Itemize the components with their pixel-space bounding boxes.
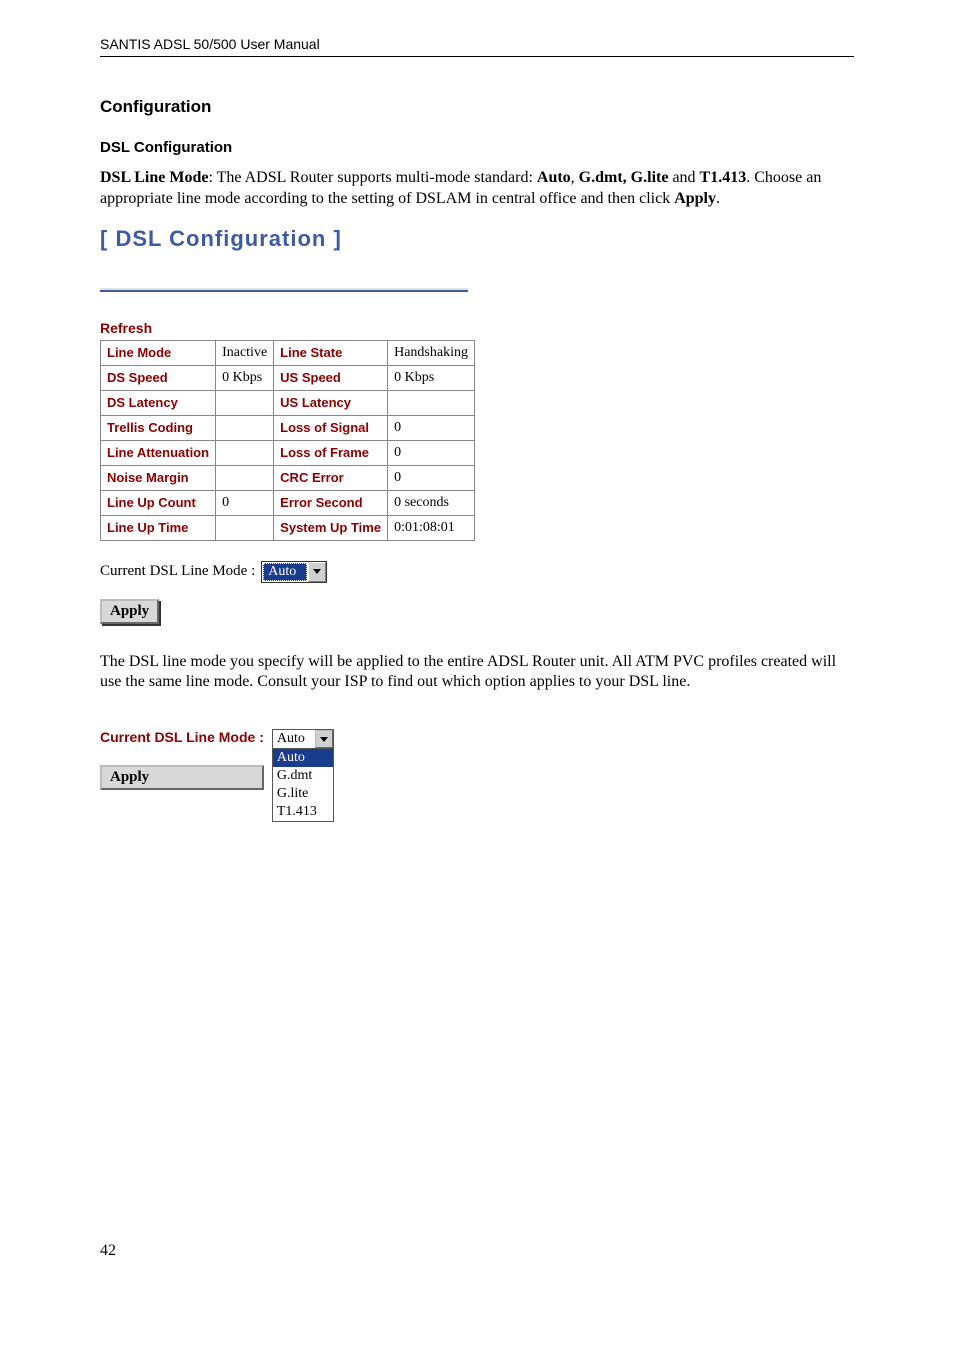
chevron-down-icon[interactable] bbox=[308, 562, 326, 582]
intro-paragraph: DSL Line Mode: The ADSL Router supports … bbox=[100, 168, 854, 210]
table-row: Noise Margin CRC Error 0 bbox=[101, 465, 475, 490]
chevron-down-icon[interactable] bbox=[315, 730, 333, 748]
line-mode-select[interactable]: Auto bbox=[261, 561, 327, 583]
footnote-text: The DSL line mode you specify will be ap… bbox=[100, 652, 854, 694]
line-mode-selected: Auto bbox=[273, 730, 315, 748]
mode-label: Current DSL Line Mode : bbox=[100, 729, 264, 745]
cell-value: Inactive bbox=[216, 340, 274, 365]
option-gdmt[interactable]: G.dmt bbox=[273, 767, 333, 785]
table-row: DS Latency US Latency bbox=[101, 390, 475, 415]
document-header: SANTIS ADSL 50/500 User Manual bbox=[100, 36, 854, 57]
apply-button[interactable]: Apply bbox=[100, 599, 159, 624]
option-glite[interactable]: G.lite bbox=[273, 785, 333, 803]
apply-button[interactable]: Apply bbox=[100, 765, 264, 790]
page-number: 42 bbox=[100, 1242, 854, 1260]
panel-title: [ DSL Configuration ] bbox=[100, 226, 854, 292]
dsl-status-table: Line Mode Inactive Line State Handshakin… bbox=[100, 340, 475, 541]
line-mode-selected: Auto bbox=[263, 563, 307, 581]
subsection-title: DSL Configuration bbox=[100, 139, 854, 156]
refresh-link[interactable]: Refresh bbox=[100, 320, 152, 336]
option-auto[interactable]: Auto bbox=[273, 749, 333, 767]
table-row: DS Speed 0 Kbps US Speed 0 Kbps bbox=[101, 365, 475, 390]
cell-label: Line State bbox=[274, 340, 388, 365]
option-t1413[interactable]: T1.413 bbox=[273, 803, 333, 821]
mode-label: Current DSL Line Mode : bbox=[100, 563, 255, 580]
table-row: Line Attenuation Loss of Frame 0 bbox=[101, 440, 475, 465]
section-title: Configuration bbox=[100, 97, 854, 117]
cell-label: Line Mode bbox=[101, 340, 216, 365]
cell-value: Handshaking bbox=[388, 340, 475, 365]
label-dsl-line-mode: DSL Line Mode bbox=[100, 169, 208, 186]
line-mode-select-expanded[interactable]: Auto Auto G.dmt G.lite T1.413 bbox=[272, 729, 334, 822]
table-row: Line Mode Inactive Line State Handshakin… bbox=[101, 340, 475, 365]
table-row: Line Up Count 0 Error Second 0 seconds bbox=[101, 490, 475, 515]
table-row: Line Up Time System Up Time 0:01:08:01 bbox=[101, 515, 475, 540]
table-row: Trellis Coding Loss of Signal 0 bbox=[101, 415, 475, 440]
